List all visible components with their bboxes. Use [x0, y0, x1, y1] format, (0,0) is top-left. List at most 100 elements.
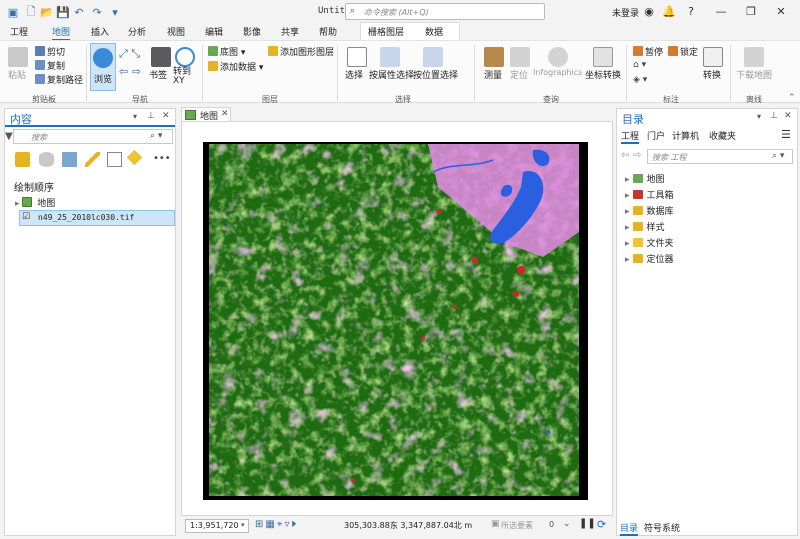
- lock-labels-button[interactable]: 锁定: [668, 45, 698, 58]
- tab-help[interactable]: 帮助: [319, 25, 337, 38]
- tab-edit[interactable]: 编辑: [205, 25, 223, 38]
- tree-item-map[interactable]: ▸ 地图: [15, 196, 55, 209]
- list-by-editing-icon[interactable]: [85, 152, 100, 167]
- more-labeling-icon[interactable]: ◈ ▾: [633, 75, 647, 85]
- catalog-item-styles[interactable]: ▸ 样式: [625, 220, 665, 234]
- paste-icon[interactable]: [8, 47, 28, 67]
- tab-map[interactable]: 地图: [52, 25, 71, 41]
- catalog-item-databases[interactable]: ▸ 数据库: [625, 204, 674, 218]
- notification-icon[interactable]: 🔔: [660, 3, 678, 21]
- basemap-button[interactable]: 底图 ▾: [208, 45, 245, 58]
- save-icon[interactable]: 💾: [56, 5, 70, 19]
- catalog-tab-favorites[interactable]: 收藏夹: [709, 129, 736, 142]
- refresh-icon[interactable]: ⟳: [597, 518, 606, 531]
- tab-imagery[interactable]: 影像: [243, 25, 261, 38]
- goto-xy-icon[interactable]: [175, 47, 195, 67]
- tab-view[interactable]: 视图: [167, 25, 185, 38]
- download-map-icon[interactable]: [744, 47, 764, 67]
- tab-data[interactable]: 数据: [425, 25, 443, 38]
- catalog-item-locators[interactable]: ▸ 定位器: [625, 252, 674, 266]
- bookmarks-icon[interactable]: [151, 47, 171, 67]
- close-tab-icon[interactable]: ✕: [221, 109, 229, 119]
- pane-options-icon[interactable]: ▾: [133, 112, 137, 121]
- convert-button[interactable]: 转换: [703, 68, 721, 81]
- more-options-icon[interactable]: •••: [153, 153, 171, 164]
- tree-item-raster-layer[interactable]: ☑ n49_25_2010lc030.tif: [19, 210, 175, 226]
- contents-search-input[interactable]: 搜索 ⌕ ▾: [13, 129, 173, 144]
- user-icon[interactable]: ◉: [640, 3, 658, 21]
- add-data-button[interactable]: 添加数据 ▾: [208, 60, 263, 73]
- tab-analysis[interactable]: 分析: [128, 25, 146, 38]
- auto-hide-icon[interactable]: ⊥: [770, 111, 778, 121]
- redo-icon[interactable]: ↷: [90, 5, 104, 19]
- measure-button[interactable]: 测量: [484, 68, 502, 81]
- select-icon[interactable]: [347, 47, 367, 67]
- coordinate-conversion-button[interactable]: 坐标转换: [585, 68, 621, 81]
- infographics-icon[interactable]: [548, 47, 568, 67]
- pane-options-icon[interactable]: ▾: [757, 112, 761, 121]
- list-by-selection-icon[interactable]: [62, 152, 77, 167]
- tab-raster-layer[interactable]: 栅格图层: [368, 25, 404, 38]
- download-map-button[interactable]: 下载地图: [736, 68, 772, 81]
- select-button[interactable]: 选择: [345, 68, 363, 81]
- new-project-icon[interactable]: 🗋: [24, 5, 38, 19]
- catalog-tab-project[interactable]: 工程: [621, 129, 640, 144]
- pause-drawing-icon[interactable]: ❚❚: [579, 518, 596, 529]
- back-icon[interactable]: ⇦: [621, 150, 629, 161]
- convert-icon[interactable]: [703, 47, 723, 67]
- paste-button[interactable]: 粘贴: [8, 68, 26, 81]
- measure-icon[interactable]: [484, 47, 504, 67]
- open-icon[interactable]: 📂: [40, 5, 54, 19]
- scale-selector[interactable]: 1:3,951,720 ▾: [185, 519, 249, 533]
- catalog-item-folders[interactable]: ▸ 文件夹: [625, 236, 674, 250]
- catalog-tab-computer[interactable]: 计算机: [672, 129, 699, 142]
- menu-icon[interactable]: ☰: [781, 128, 791, 141]
- select-by-location-button[interactable]: 按位置选择: [413, 68, 458, 81]
- help-icon[interactable]: ?: [682, 3, 700, 21]
- explore-button[interactable]: 浏览: [90, 43, 116, 91]
- coordinate-conversion-icon[interactable]: [593, 47, 613, 67]
- chevron-down-icon[interactable]: ⌄: [563, 519, 571, 529]
- catalog-tab-portal[interactable]: 门户: [647, 129, 665, 142]
- view-unplaced-icon[interactable]: ⌂ ▾: [633, 60, 646, 70]
- tab-share[interactable]: 共享: [281, 25, 299, 38]
- catalog-item-maps[interactable]: ▸ 地图: [625, 172, 665, 186]
- select-by-attributes-icon[interactable]: [380, 47, 400, 67]
- map-view[interactable]: [181, 121, 613, 516]
- locate-icon[interactable]: [510, 47, 530, 67]
- zoom-tools-icon[interactable]: ⤢ ⤡: [119, 47, 140, 61]
- login-status[interactable]: 未登录: [612, 6, 639, 19]
- copy-button[interactable]: 复制: [35, 59, 65, 72]
- bottom-tab-catalog[interactable]: 目录: [620, 521, 639, 536]
- catalog-search-input[interactable]: 搜索 工程 ⌕ ▾: [647, 149, 793, 164]
- customize-toolbar-icon[interactable]: ▾: [108, 5, 122, 19]
- catalog-item-toolboxes[interactable]: ▸ 工具箱: [625, 188, 674, 202]
- close-pane-icon[interactable]: ✕: [784, 111, 792, 121]
- maximize-button[interactable]: ❐: [742, 3, 760, 21]
- view-tools-icons[interactable]: ⊞▦⌖▿⏵: [255, 519, 298, 530]
- layer-visibility-checkbox[interactable]: ☑: [22, 212, 30, 222]
- infographics-button[interactable]: Infographics: [533, 68, 582, 77]
- add-graphics-layer-button[interactable]: 添加图形图层: [268, 45, 334, 58]
- locate-button[interactable]: 定位: [510, 68, 528, 81]
- copy-path-button[interactable]: 复制路径: [35, 73, 83, 86]
- command-search-input[interactable]: ⌕ 命令搜索 (Alt+Q): [345, 3, 545, 20]
- collapse-ribbon-icon[interactable]: ⌃: [788, 93, 796, 103]
- filter-icon[interactable]: ▼: [5, 131, 13, 142]
- select-by-attributes-button[interactable]: 按属性选择: [369, 68, 414, 81]
- list-by-source-icon[interactable]: [39, 152, 54, 167]
- goto-xy-button[interactable]: 转到 XY: [173, 68, 197, 86]
- list-by-drawing-order-icon[interactable]: [15, 152, 30, 167]
- tab-project[interactable]: 工程: [10, 25, 28, 38]
- close-button[interactable]: ✕: [772, 3, 790, 21]
- undo-icon[interactable]: ↶: [72, 5, 86, 19]
- tab-insert[interactable]: 插入: [91, 25, 109, 38]
- bottom-tab-symbology[interactable]: 符号系统: [644, 521, 680, 534]
- auto-hide-icon[interactable]: ⊥: [147, 111, 155, 121]
- forward-icon[interactable]: ⇨: [633, 150, 641, 161]
- land-cover-raster[interactable]: [203, 142, 588, 500]
- cut-button[interactable]: 剪切: [35, 45, 65, 58]
- tab-map-view[interactable]: 地图 ✕: [181, 107, 231, 122]
- list-by-labeling-icon[interactable]: [126, 149, 143, 166]
- minimize-button[interactable]: —: [712, 3, 730, 21]
